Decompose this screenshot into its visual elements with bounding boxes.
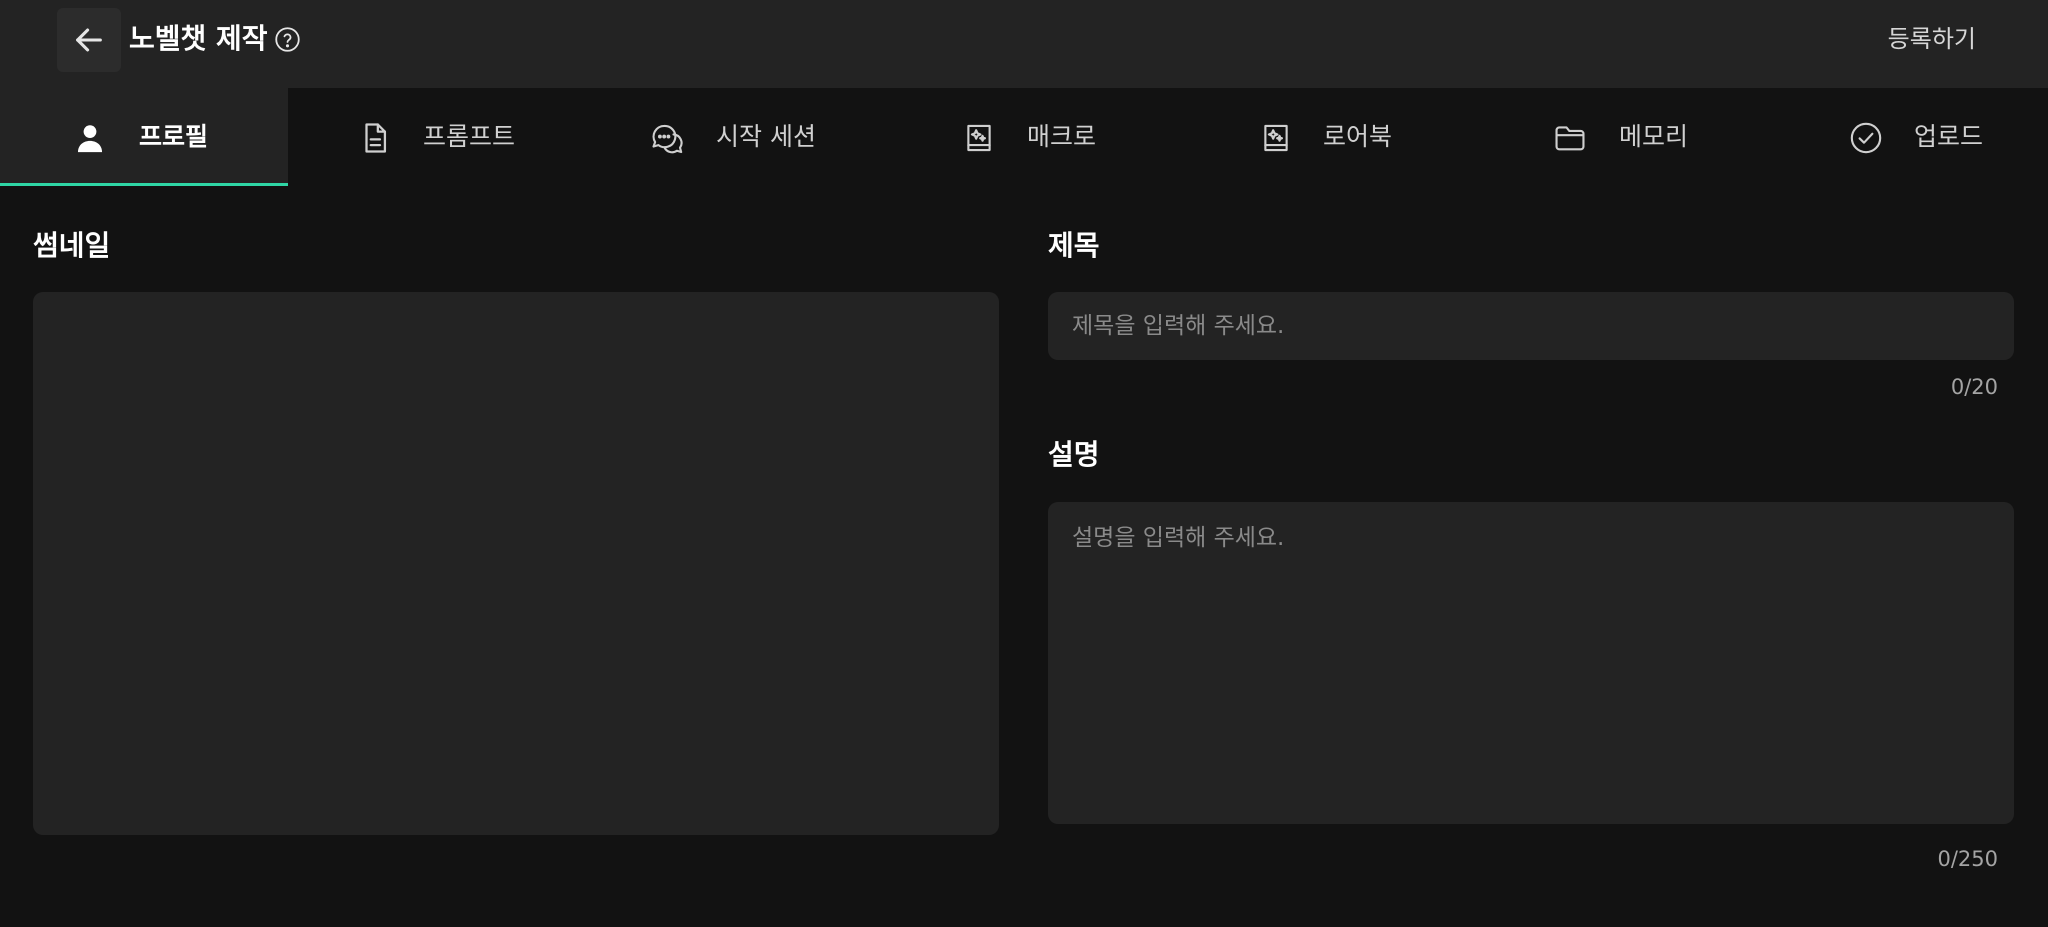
register-button[interactable]: 등록하기	[1888, 19, 1976, 59]
chat-bubbles-icon	[652, 124, 683, 154]
title-input[interactable]	[1048, 292, 2014, 360]
tab-label: 프롬프트	[423, 122, 516, 151]
sparkle-book-icon	[1264, 124, 1288, 152]
description-label: 설명	[1048, 438, 1100, 471]
tab-macro[interactable]: 매크로	[881, 88, 1176, 186]
arrow-left-icon	[76, 28, 102, 52]
tab-profile[interactable]: 프로필	[0, 88, 288, 186]
description-char-counter: 0/250	[1937, 847, 1998, 871]
thumbnail-label: 썸네일	[33, 229, 111, 262]
page-title: 노벨챗 제작	[129, 22, 268, 55]
tab-label: 시작 세션	[716, 122, 816, 151]
user-icon	[77, 125, 103, 153]
check-circle-icon	[1850, 122, 1882, 154]
tab-label: 메모리	[1619, 122, 1689, 151]
tab-memory[interactable]: 메모리	[1470, 88, 1766, 186]
tab-bar: 프로필 프롬프트 시작 세션 매크로 로어북 메모리 업로드	[0, 88, 2048, 186]
tab-upload[interactable]: 업로드	[1766, 88, 2048, 186]
document-icon	[365, 123, 387, 153]
active-tab-indicator	[0, 183, 288, 186]
back-button[interactable]	[57, 8, 121, 72]
thumbnail-upload-area[interactable]	[33, 292, 999, 835]
tab-start-session[interactable]: 시작 세션	[581, 88, 881, 186]
tab-prompt[interactable]: 프롬프트	[288, 88, 581, 186]
tab-lorebook[interactable]: 로어북	[1176, 88, 1470, 186]
title-label: 제목	[1048, 229, 1100, 262]
tab-label: 매크로	[1027, 122, 1097, 151]
tab-label: 프로필	[139, 122, 209, 151]
tab-label: 로어북	[1323, 122, 1393, 151]
tab-label: 업로드	[1914, 122, 1984, 151]
title-char-counter: 0/20	[1950, 375, 1998, 399]
sparkle-book-icon	[967, 124, 991, 152]
top-header: 노벨챗 제작 등록하기	[0, 0, 2048, 88]
description-textarea[interactable]	[1048, 502, 2014, 824]
question-circle-icon[interactable]	[274, 26, 301, 53]
folder-icon	[1555, 126, 1585, 151]
